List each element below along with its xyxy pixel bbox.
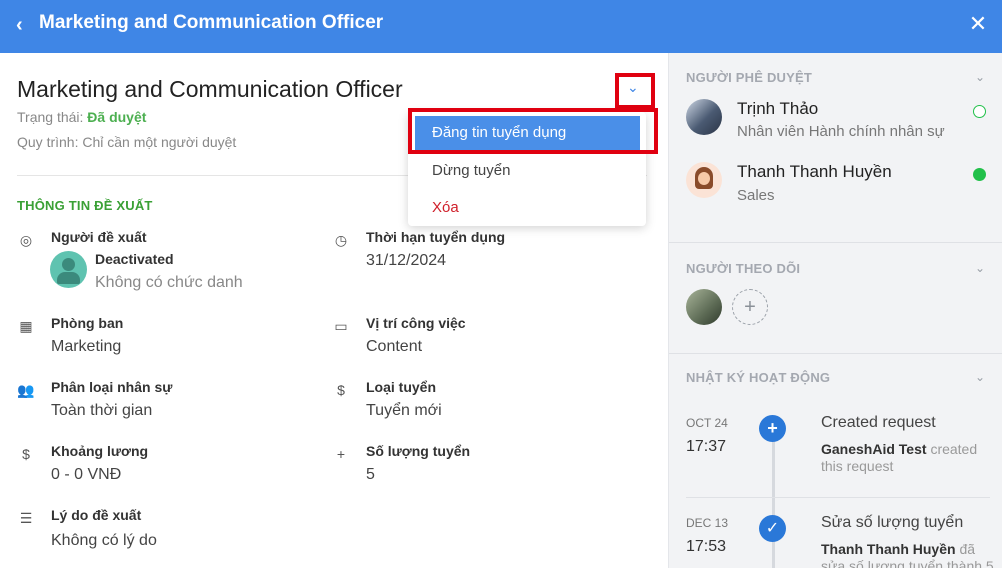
approver-name: Trịnh Thảo: [737, 99, 819, 118]
section-title-proposal: THÔNG TIN ĐỀ XUẤT: [17, 198, 153, 213]
user-circle-icon: ◎: [19, 232, 33, 248]
activity-date: DEC 13: [686, 516, 729, 530]
approver-role: Nhân viên Hành chính nhân sự: [737, 123, 945, 140]
divider: [686, 497, 990, 498]
close-button[interactable]: ✕: [968, 12, 988, 36]
divider: [669, 353, 1002, 354]
activity-description: GaneshAid Test created this request: [821, 441, 1001, 475]
field-label: Khoảng lương: [51, 443, 149, 459]
status-line: Trạng thái: Đã duyệt: [17, 109, 146, 125]
divider: [669, 242, 1002, 243]
field-label: Phòng ban: [51, 315, 124, 331]
group-add-icon: +: [336, 446, 346, 462]
dollar-circle-icon: $: [337, 382, 345, 398]
clock-icon: ◷: [334, 232, 348, 248]
actions-dropdown-toggle[interactable]: ⌄: [615, 73, 655, 109]
field-value: Toàn thời gian: [51, 402, 153, 419]
field-label: Phân loại nhân sự: [51, 379, 173, 395]
timeline-connector: [772, 428, 775, 568]
field-value: 0 - 0 VNĐ: [51, 466, 122, 483]
activity-time: 17:37: [686, 438, 727, 455]
avatar: [686, 99, 722, 135]
field-label: Người đề xuất: [51, 229, 147, 245]
field-label: Loại tuyển: [366, 379, 437, 395]
activity-title: Created request: [821, 414, 936, 431]
section-title-activity: NHẬT KÝ HOẠT ĐỘNG: [686, 370, 831, 385]
chevron-down-icon: ⌄: [627, 79, 639, 95]
briefcase-icon: ▭: [334, 318, 348, 334]
field-label: Số lượng tuyển: [366, 443, 471, 459]
status-label: Trạng thái:: [17, 109, 84, 125]
field-label: Lý do đề xuất: [51, 507, 142, 523]
check-icon: ✓: [759, 515, 786, 542]
field-value: Tuyển mới: [366, 402, 442, 419]
status-badge: Đã duyệt: [87, 109, 147, 125]
back-button[interactable]: ‹: [16, 14, 34, 36]
proposer-title: Không có chức danh: [95, 274, 243, 291]
highlight-box: [408, 108, 658, 154]
menu-item-delete[interactable]: Xóa: [408, 189, 646, 226]
avatar[interactable]: [686, 289, 722, 325]
avatar: [686, 162, 722, 198]
header-bar: ‹ Marketing and Communication Officer ✕: [0, 0, 1002, 53]
field-label: Thời hạn tuyển dụng: [366, 229, 506, 245]
people-icon: 👥: [17, 382, 35, 398]
activity-actor: GaneshAid Test: [821, 441, 927, 457]
chevron-down-icon[interactable]: ⌄: [975, 261, 985, 275]
header-title: Marketing and Communication Officer: [39, 12, 384, 33]
field-value: Không có lý do: [51, 532, 157, 549]
process-text: Quy trình: Chỉ cần một người duyệt: [17, 134, 237, 150]
field-value: Content: [366, 338, 423, 355]
approver-name: Thanh Thanh Huyền: [737, 162, 892, 181]
avatar: [50, 251, 87, 288]
field-value: 31/12/2024: [366, 252, 447, 269]
add-follower-button[interactable]: +: [732, 289, 768, 325]
dollar-circle-icon: $: [22, 446, 30, 462]
chevron-down-icon[interactable]: ⌄: [975, 370, 985, 384]
field-label: Vị trí công việc: [366, 315, 466, 331]
field-value: Marketing: [51, 338, 122, 355]
request-main-panel: Marketing and Communication Officer Trạn…: [0, 53, 668, 568]
status-indicator: [973, 105, 986, 118]
sidebar-panel: NGƯỜI PHÊ DUYỆT ⌄ Trịnh Thảo Nhân viên H…: [668, 53, 1002, 568]
section-title-approvers: NGƯỜI PHÊ DUYỆT: [686, 70, 812, 85]
plus-icon: +: [759, 415, 786, 442]
activity-actor: Thanh Thanh Huyền: [821, 541, 956, 557]
activity-date: OCT 24: [686, 416, 728, 430]
activity-time: 17:53: [686, 538, 727, 555]
activity-description: Thanh Thanh Huyền đã sửa số lượng tuyển …: [821, 541, 1001, 568]
menu-item-stop-recruiting[interactable]: Dừng tuyển: [408, 152, 646, 189]
proposer-name: Deactivated: [95, 251, 174, 267]
status-indicator: [973, 168, 986, 181]
field-value: 5: [366, 466, 375, 483]
building-icon: ▦: [19, 318, 33, 334]
chevron-down-icon[interactable]: ⌄: [975, 70, 985, 84]
section-title-followers: NGƯỜI THEO DÕI: [686, 261, 801, 276]
activity-title: Sửa số lượng tuyển: [821, 514, 964, 531]
request-title: Marketing and Communication Officer: [17, 76, 403, 102]
approver-role: Sales: [737, 187, 775, 204]
comment-icon: ☰: [19, 510, 33, 526]
